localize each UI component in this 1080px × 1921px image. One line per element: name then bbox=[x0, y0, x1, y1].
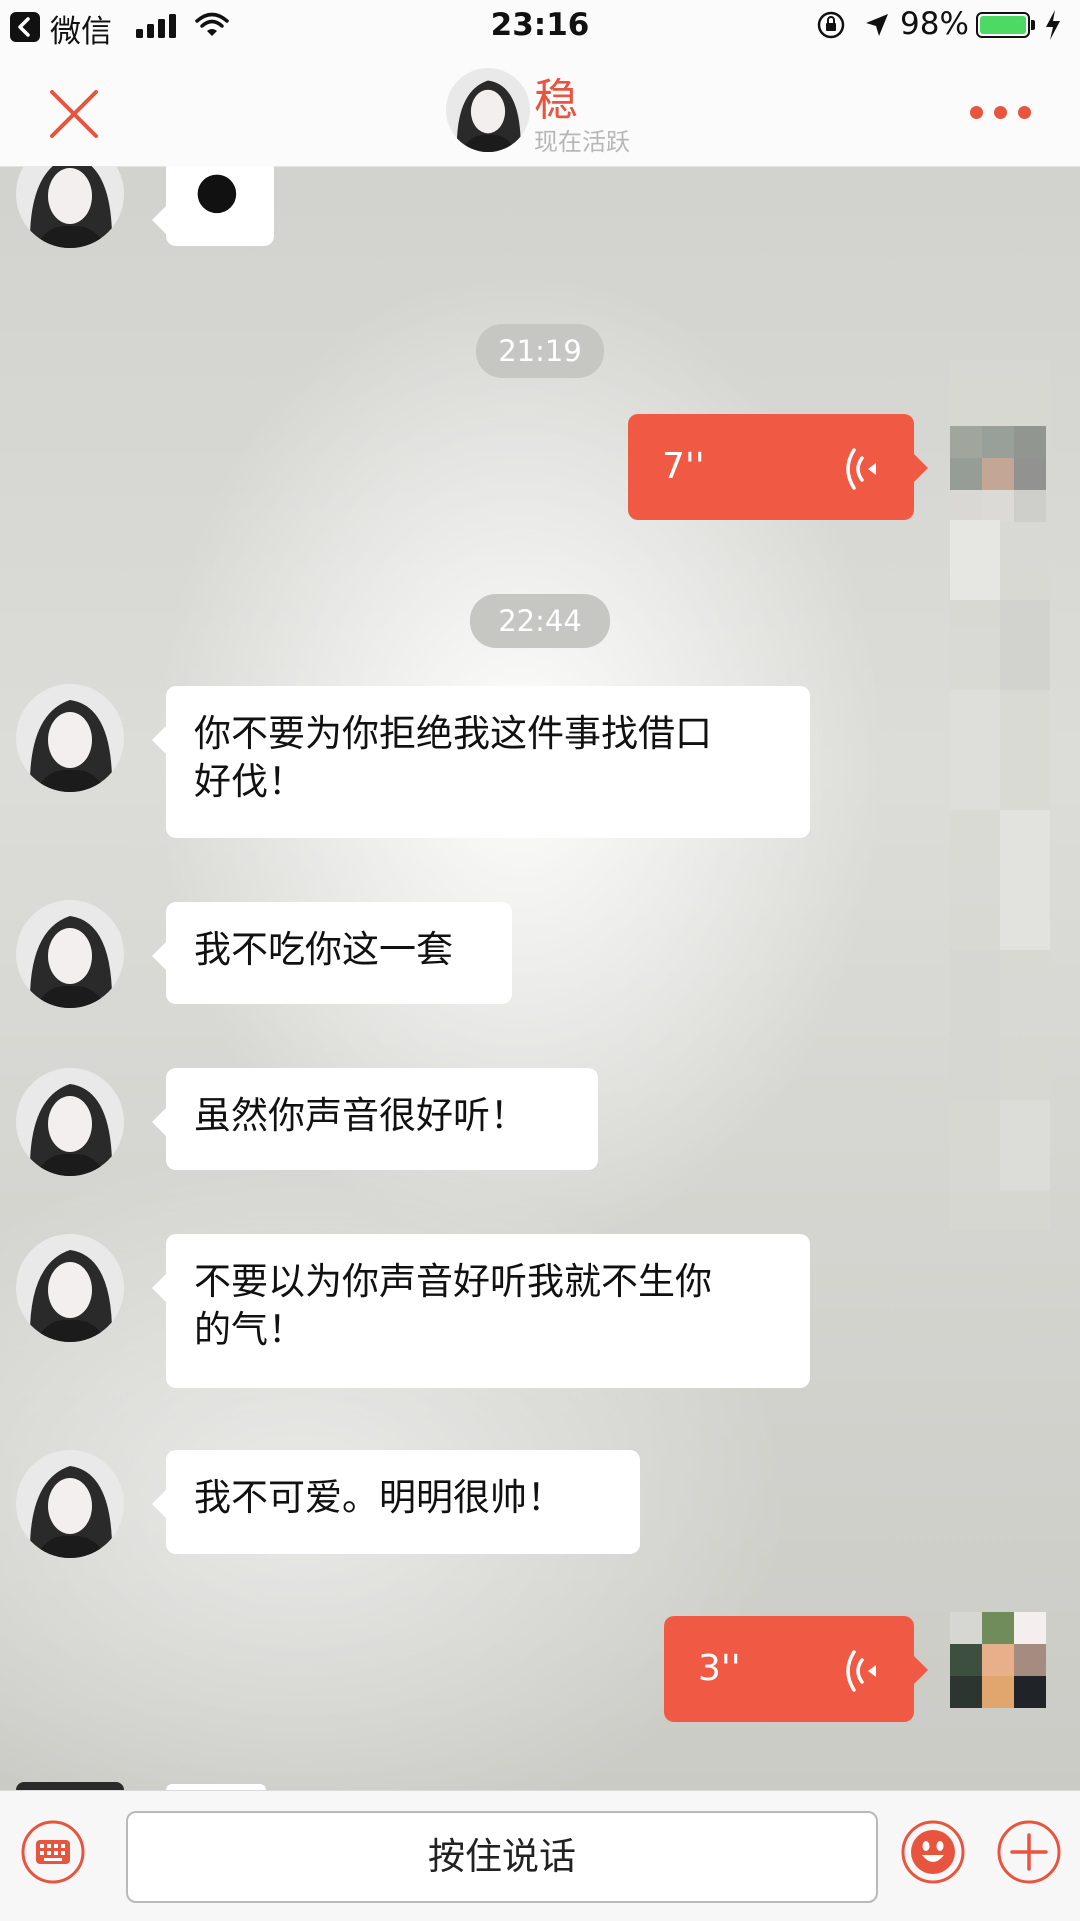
location-arrow-icon bbox=[864, 12, 890, 42]
rotation-lock-icon bbox=[816, 10, 846, 44]
more-icon[interactable] bbox=[966, 102, 1036, 124]
message-text: 我不吃你这一套 bbox=[194, 928, 453, 971]
message-bubble[interactable]: 你不要为你拒绝我这件事找借口 好伐！ bbox=[152, 686, 810, 838]
contact-avatar-msg[interactable] bbox=[16, 684, 124, 792]
message-text: 虽然你声音很好听！ bbox=[194, 1094, 527, 1137]
contact-avatar-msg[interactable] bbox=[16, 900, 124, 1008]
message-bubble[interactable]: 我不吃你这一套 bbox=[152, 902, 512, 1004]
message-bubble[interactable]: 我不可爱。明明很帅！ bbox=[152, 1450, 640, 1554]
new-moon-face-icon: 🌑 bbox=[194, 170, 240, 221]
voice-duration: 3'' bbox=[698, 1648, 741, 1689]
voice-wave-icon bbox=[840, 444, 884, 503]
timestamp: 21:19 bbox=[476, 324, 604, 378]
contact-name: 稳 bbox=[534, 75, 578, 126]
hold-to-talk-button[interactable]: 按住说话 bbox=[126, 1811, 878, 1903]
emoji-icon[interactable] bbox=[900, 1819, 966, 1885]
close-icon[interactable] bbox=[44, 84, 104, 144]
chat-header: 稳 现在活跃 bbox=[0, 54, 1080, 167]
message-text-line: 不要以为你声音好听我就不生你 bbox=[194, 1260, 712, 1303]
battery-percent: 98% bbox=[900, 6, 969, 42]
input-bar: 按住说话 bbox=[0, 1790, 1080, 1921]
charging-bolt-icon bbox=[1044, 10, 1062, 44]
pixelated-region bbox=[950, 360, 1050, 1230]
message-text-line: 你不要为你拒绝我这件事找借口 bbox=[194, 712, 712, 755]
keyboard-icon[interactable] bbox=[20, 1819, 86, 1885]
contact-avatar-msg[interactable] bbox=[16, 1450, 124, 1558]
message-bubble-emoji[interactable]: 🌑 bbox=[152, 166, 274, 246]
contact-avatar-msg[interactable] bbox=[16, 1068, 124, 1176]
timestamp: 22:44 bbox=[470, 594, 610, 648]
contact-avatar-msg[interactable] bbox=[16, 1234, 124, 1342]
message-text: 我不可爱。明明很帅！ bbox=[194, 1476, 564, 1519]
battery-icon bbox=[976, 12, 1030, 38]
voice-wave-icon bbox=[840, 1646, 884, 1705]
contact-status: 现在活跃 bbox=[534, 128, 630, 156]
plus-icon[interactable] bbox=[996, 1819, 1062, 1885]
battery-tip bbox=[1031, 20, 1035, 30]
status-bar: 微信 23:16 98% bbox=[0, 0, 1080, 54]
message-text-line: 好伐！ bbox=[194, 760, 305, 803]
message-text-line: 的气！ bbox=[194, 1308, 305, 1351]
my-avatar[interactable] bbox=[950, 1612, 1046, 1708]
contact-avatar-msg[interactable] bbox=[16, 1782, 124, 1790]
voice-duration: 7'' bbox=[662, 446, 705, 487]
message-bubble[interactable]: 虽然你声音很好听！ bbox=[152, 1068, 598, 1170]
message-bubble[interactable]: 不要以为你声音好听我就不生你 的气！ bbox=[152, 1234, 810, 1388]
voice-message-bubble[interactable]: 7'' bbox=[628, 414, 928, 520]
contact-avatar[interactable] bbox=[446, 68, 530, 152]
voice-message-bubble[interactable]: 3'' bbox=[664, 1616, 928, 1722]
